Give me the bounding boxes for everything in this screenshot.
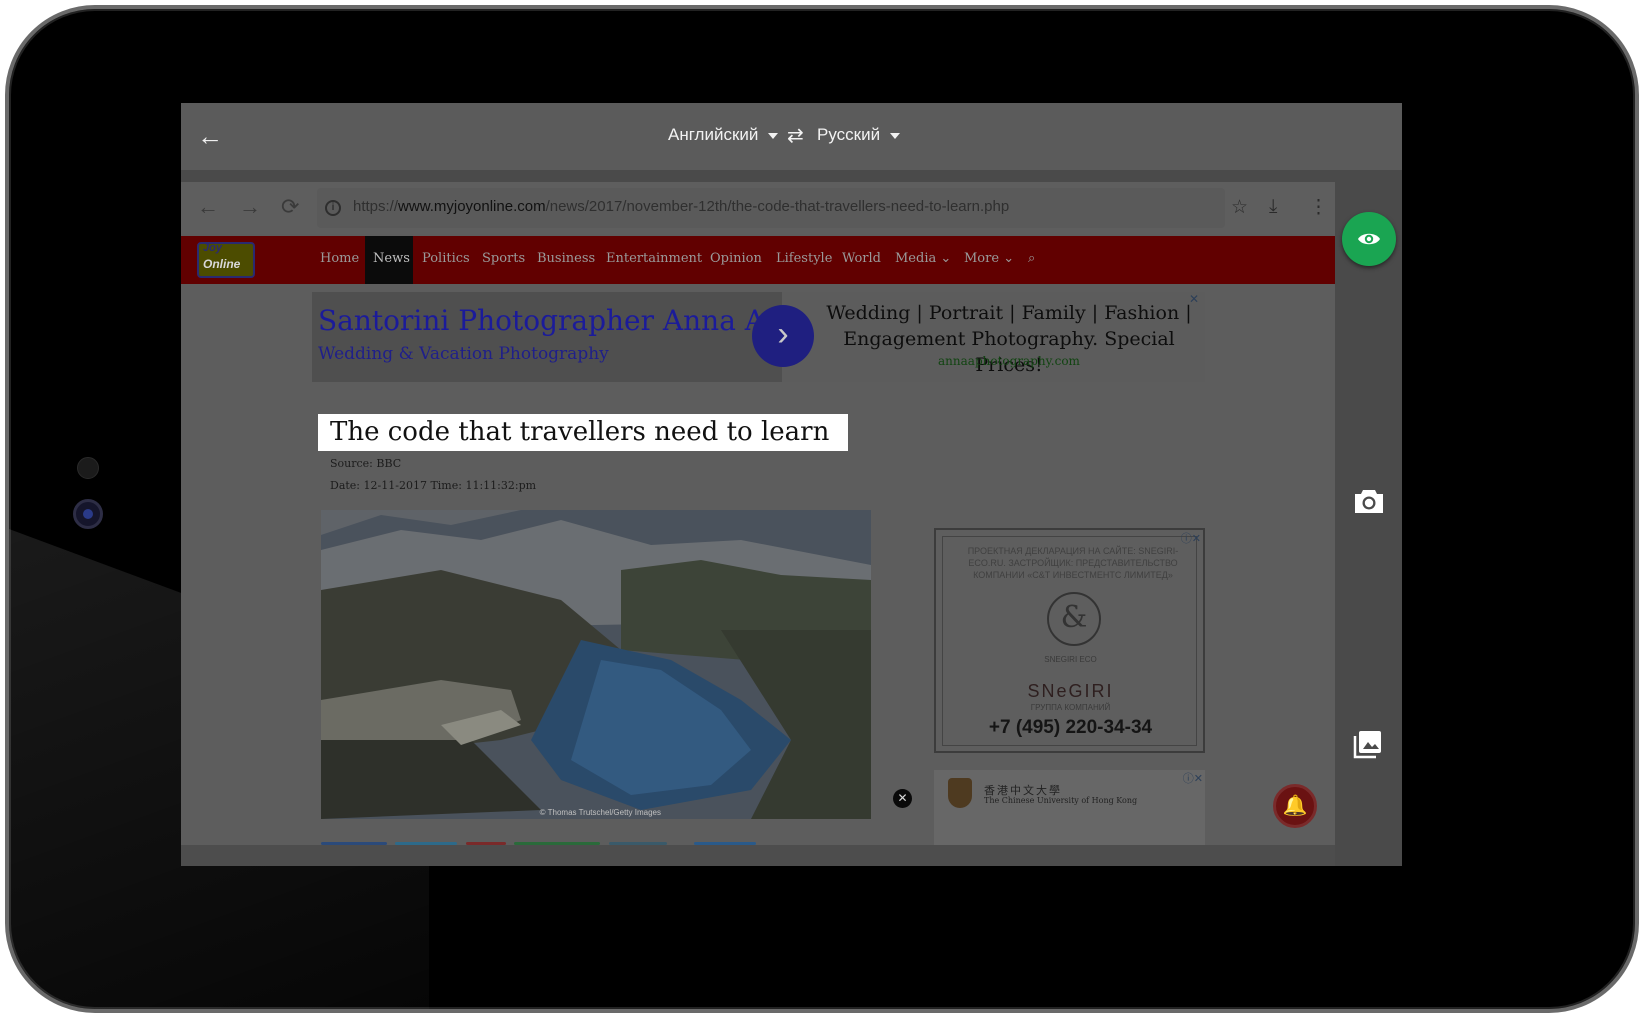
photo-credit: © Thomas Trutschel/Getty Images bbox=[539, 808, 661, 817]
reload-icon[interactable]: ⟳ bbox=[281, 194, 299, 220]
right-action-rail bbox=[1335, 170, 1402, 866]
download-icon[interactable]: ⤓ bbox=[1269, 196, 1277, 218]
captured-page: ← → ⟳ i https://www.myjoyonline.com/news… bbox=[181, 170, 1335, 845]
eye-icon bbox=[1358, 233, 1380, 245]
nav-more[interactable]: More ⌄ bbox=[964, 251, 1014, 266]
share-button-pinterest[interactable] bbox=[466, 842, 506, 845]
share-button-whatsapp[interactable] bbox=[514, 842, 600, 845]
url-host: www.myjoyonline.com bbox=[398, 198, 546, 215]
nav-home[interactable]: Home bbox=[320, 251, 359, 266]
url-prefix: https:// bbox=[353, 198, 399, 215]
ad-title: Santorini Photographer Anna A. bbox=[318, 304, 774, 337]
side-ad-brand-sub: ГРУППА КОМПАНИЙ bbox=[1030, 703, 1111, 712]
nav-opinion[interactable]: Opinion bbox=[710, 251, 762, 266]
fjord-landscape-image bbox=[321, 510, 871, 819]
nav-news[interactable]: News bbox=[373, 251, 410, 266]
university-crest-icon bbox=[948, 778, 972, 808]
side-ad-logo-brand: SNEGIRI ECO bbox=[1044, 655, 1097, 664]
university-name-en: The Chinese University of Hong Kong bbox=[984, 796, 1138, 805]
browser-address-bar: ← → ⟳ i https://www.myjoyonline.com/news… bbox=[181, 182, 1335, 246]
logo-top-text: Joy bbox=[203, 242, 222, 254]
swap-languages-button[interactable]: ⇄ bbox=[787, 123, 804, 148]
url-text: https://www.myjoyonline.com/news/2017/no… bbox=[353, 198, 1009, 215]
source-language-label: Английский bbox=[668, 125, 759, 144]
article-source: Source: BBC bbox=[330, 457, 401, 470]
camera-icon bbox=[1355, 490, 1383, 513]
notification-bell-icon[interactable]: 🔔 bbox=[1273, 784, 1317, 828]
ad-close-icon[interactable]: ⓘ✕ bbox=[1181, 530, 1201, 546]
forward-arrow-icon[interactable]: → bbox=[239, 194, 261, 220]
search-icon[interactable]: ⌕ bbox=[1028, 251, 1035, 266]
chevron-down-icon bbox=[768, 132, 779, 139]
share-button-facebook[interactable] bbox=[321, 842, 387, 845]
source-value: BBC bbox=[376, 457, 402, 470]
back-arrow-icon[interactable]: ← bbox=[197, 194, 219, 220]
nav-politics[interactable]: Politics bbox=[422, 251, 470, 266]
side-ad-university[interactable]: 香港中文大學 The Chinese University of Hong Ko… bbox=[934, 770, 1205, 845]
translator-toolbar: ← Английский ⇄ Русский bbox=[181, 103, 1402, 170]
chevron-right-icon[interactable]: › bbox=[752, 305, 814, 367]
date-label: Date: bbox=[330, 479, 361, 492]
eye-toggle-button[interactable] bbox=[1342, 212, 1396, 266]
article-date: Date: 12-11-2017 Time: 11:11:32:pm bbox=[330, 479, 536, 492]
close-icon[interactable]: ✕ bbox=[893, 789, 912, 808]
target-language-label: Русский bbox=[817, 125, 881, 144]
front-camera bbox=[73, 499, 103, 529]
nav-business[interactable]: Business bbox=[537, 251, 595, 266]
nav-entertainment[interactable]: Entertainment bbox=[606, 251, 702, 266]
site-navigation: Joy Online Home News Politics Sports Bus… bbox=[181, 236, 1335, 284]
gallery-icon bbox=[1353, 731, 1381, 759]
app-screen: ← Английский ⇄ Русский ← → ⟳ i https://w… bbox=[181, 103, 1402, 866]
nav-more-label: More bbox=[964, 251, 1000, 266]
joy-online-logo[interactable]: Joy Online bbox=[197, 242, 255, 278]
star-icon[interactable]: ☆ bbox=[1231, 196, 1248, 219]
share-button-linkedin[interactable] bbox=[609, 842, 667, 845]
back-button[interactable]: ← bbox=[193, 121, 227, 151]
source-label: Source: bbox=[330, 457, 373, 470]
side-ad-phone: +7 (495) 220-34-34 bbox=[988, 717, 1153, 738]
arrow-left-icon: ← bbox=[197, 121, 223, 151]
time-value: 11:11:32:pm bbox=[465, 479, 537, 492]
nav-world[interactable]: World bbox=[842, 251, 881, 266]
time-label: Time: bbox=[430, 479, 462, 492]
date-value: 12-11-2017 bbox=[363, 479, 427, 492]
headline-highlight[interactable]: The code that travellers need to learn bbox=[318, 414, 848, 451]
ad-subtitle: Wedding & Vacation Photography bbox=[318, 344, 609, 364]
url-path: /news/2017/november-12th/the-code-that-t… bbox=[545, 198, 1010, 215]
share-button-twitter[interactable] bbox=[395, 842, 457, 845]
ad-copy-line-2: Engagement Photography. Special Prices! bbox=[843, 328, 1175, 376]
swap-arrows-icon: ⇄ bbox=[787, 125, 804, 147]
chevron-down-icon: ⌄ bbox=[940, 251, 952, 266]
logo-text: Online bbox=[203, 257, 241, 271]
snegiri-logo-icon: & bbox=[1047, 592, 1101, 646]
side-ad-brand: SNeGIRI bbox=[1027, 681, 1114, 701]
camera-button[interactable] bbox=[1353, 487, 1385, 515]
nav-media[interactable]: Media ⌄ bbox=[895, 251, 951, 266]
ad-left-panel: Santorini Photographer Anna A. Wedding &… bbox=[312, 292, 782, 382]
nav-media-label: Media bbox=[895, 251, 937, 266]
browser-tabs-strip bbox=[181, 170, 1335, 182]
article-headline: The code that travellers need to learn bbox=[330, 417, 830, 447]
front-sensor bbox=[77, 457, 99, 479]
share-button-email[interactable] bbox=[694, 842, 756, 845]
source-language-dropdown[interactable]: Английский bbox=[668, 125, 779, 145]
info-icon[interactable]: i bbox=[325, 200, 341, 216]
ad-close-icon[interactable]: ✕ bbox=[1189, 292, 1199, 306]
chevron-down-icon bbox=[890, 132, 901, 139]
top-ad-banner[interactable]: Santorini Photographer Anna A. Wedding &… bbox=[312, 292, 1205, 382]
side-ad-inner: ПРОЕКТНАЯ ДЕКЛАРАЦИЯ НА САЙТЕ: SNEGIRI-E… bbox=[942, 536, 1197, 746]
more-vert-icon[interactable]: ⋮ bbox=[1309, 196, 1328, 219]
nav-lifestyle[interactable]: Lifestyle bbox=[776, 251, 832, 266]
chevron-down-icon: ⌄ bbox=[1003, 251, 1015, 266]
gallery-button[interactable] bbox=[1353, 729, 1383, 759]
nav-sports[interactable]: Sports bbox=[482, 251, 525, 266]
article-photo: © Thomas Trutschel/Getty Images bbox=[321, 510, 871, 819]
ad-copy-line-1: Wedding | Portrait | Family | Fashion | bbox=[826, 302, 1192, 324]
ad-domain: annaaphotography.com bbox=[938, 354, 1080, 368]
ad-close-icon[interactable]: ⓘ✕ bbox=[1183, 770, 1203, 786]
target-language-dropdown[interactable]: Русский bbox=[817, 125, 901, 145]
side-ad-snegiri[interactable]: ПРОЕКТНАЯ ДЕКЛАРАЦИЯ НА САЙТЕ: SNEGIRI-E… bbox=[934, 528, 1205, 753]
side-ad-header: ПРОЕКТНАЯ ДЕКЛАРАЦИЯ НА САЙТЕ: SNEGIRI-E… bbox=[967, 546, 1179, 580]
